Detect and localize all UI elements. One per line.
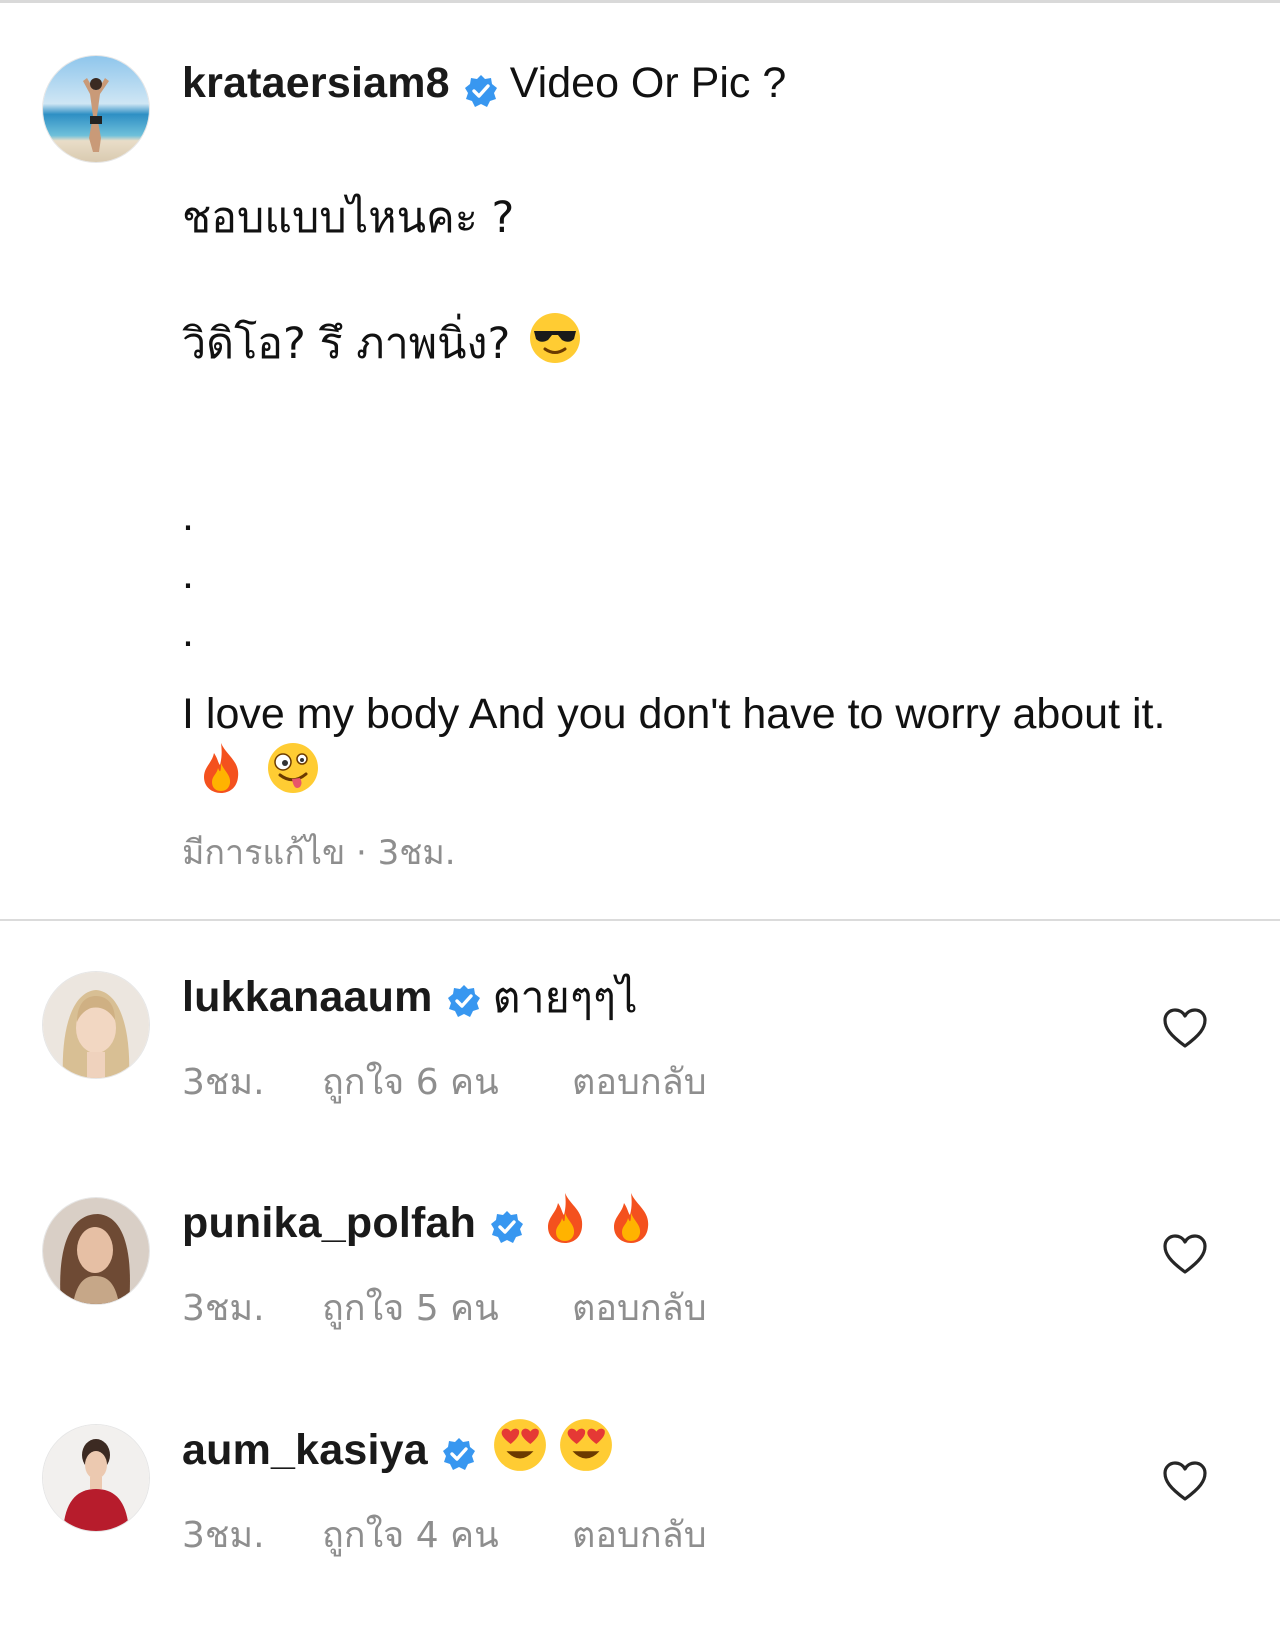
verified-badge-icon bbox=[442, 1433, 476, 1470]
heart-eyes-emoji-icon bbox=[492, 1417, 548, 1484]
caption-thai-question: ชอบแบบไหนคะ ? bbox=[182, 193, 515, 243]
zany-face-emoji-icon bbox=[266, 741, 320, 808]
caption-body: I love my body And you don't have to wor… bbox=[182, 687, 1182, 808]
fire-emoji-icon bbox=[606, 1190, 656, 1257]
reply-button[interactable]: ตอบกลับ bbox=[572, 1279, 707, 1336]
comment-time: 3ชม. bbox=[182, 1062, 265, 1103]
comment-avatar[interactable] bbox=[42, 1424, 150, 1532]
comment-time: 3ชม. bbox=[182, 1515, 265, 1556]
comment-avatar[interactable] bbox=[42, 1197, 150, 1305]
comment-text: ตายๆๆไ bbox=[492, 973, 638, 1023]
like-heart-icon[interactable] bbox=[1162, 1233, 1208, 1275]
fire-emoji-icon bbox=[196, 741, 246, 808]
caption-avatar[interactable] bbox=[42, 55, 150, 163]
caption-thai-question-2: วิดิโอ? รึ ภาพนิ่ง? bbox=[182, 309, 582, 377]
comment-item: punika_polfah 3ชม. ถูกใจ 5 คน ตอบกลับ bbox=[0, 1192, 1280, 1395]
top-divider bbox=[0, 0, 1280, 3]
like-heart-icon[interactable] bbox=[1162, 1007, 1208, 1049]
caption-title-text: Video Or Pic ? bbox=[509, 59, 787, 107]
comment-username[interactable]: punika_polfah bbox=[182, 1199, 476, 1248]
caption-meta: มีการแก้ไข · 3ชม. bbox=[182, 833, 456, 873]
fire-emoji-icon bbox=[540, 1190, 590, 1257]
caption-dot: . bbox=[182, 492, 194, 540]
comment-likes[interactable]: ถูกใจ 5 คน bbox=[322, 1279, 572, 1336]
caption-body-text: I love my body And you don't have to wor… bbox=[182, 690, 1166, 738]
comment-time: 3ชม. bbox=[182, 1288, 265, 1329]
caption-divider bbox=[0, 919, 1280, 921]
reply-button[interactable]: ตอบกลับ bbox=[572, 1506, 707, 1563]
post-caption: krataersiam8 Video Or Pic ? ชอบแบบไหนคะ … bbox=[182, 55, 1182, 873]
comment-likes[interactable]: ถูกใจ 4 คน bbox=[322, 1506, 572, 1563]
caption-username[interactable]: krataersiam8 bbox=[182, 55, 450, 111]
heart-eyes-emoji-icon bbox=[558, 1417, 614, 1484]
comment-avatar[interactable] bbox=[42, 971, 150, 1079]
comment-username[interactable]: aum_kasiya bbox=[182, 1426, 428, 1475]
comment-likes[interactable]: ถูกใจ 6 คน bbox=[322, 1053, 572, 1110]
like-heart-icon[interactable] bbox=[1162, 1460, 1208, 1502]
caption-dot: . bbox=[182, 550, 194, 598]
caption-thai-question-2-text: วิดิโอ? รึ ภาพนิ่ง? bbox=[182, 319, 511, 369]
sunglasses-emoji-icon bbox=[528, 311, 582, 376]
verified-badge-icon bbox=[464, 66, 498, 107]
caption-dot: . bbox=[182, 608, 194, 656]
verified-badge-icon bbox=[447, 980, 481, 1017]
comment-item: lukkanaaum ตายๆๆไ 3ชม. ถูกใจ 6 คน ตอบกลั… bbox=[0, 969, 1280, 1169]
reply-button[interactable]: ตอบกลับ bbox=[572, 1053, 707, 1110]
comment-item: aum_kasiya 3ชม. ถูกใจ 4 คน ตอบกลับ bbox=[0, 1418, 1280, 1622]
comment-username[interactable]: lukkanaaum bbox=[182, 973, 433, 1022]
verified-badge-icon bbox=[490, 1206, 524, 1243]
